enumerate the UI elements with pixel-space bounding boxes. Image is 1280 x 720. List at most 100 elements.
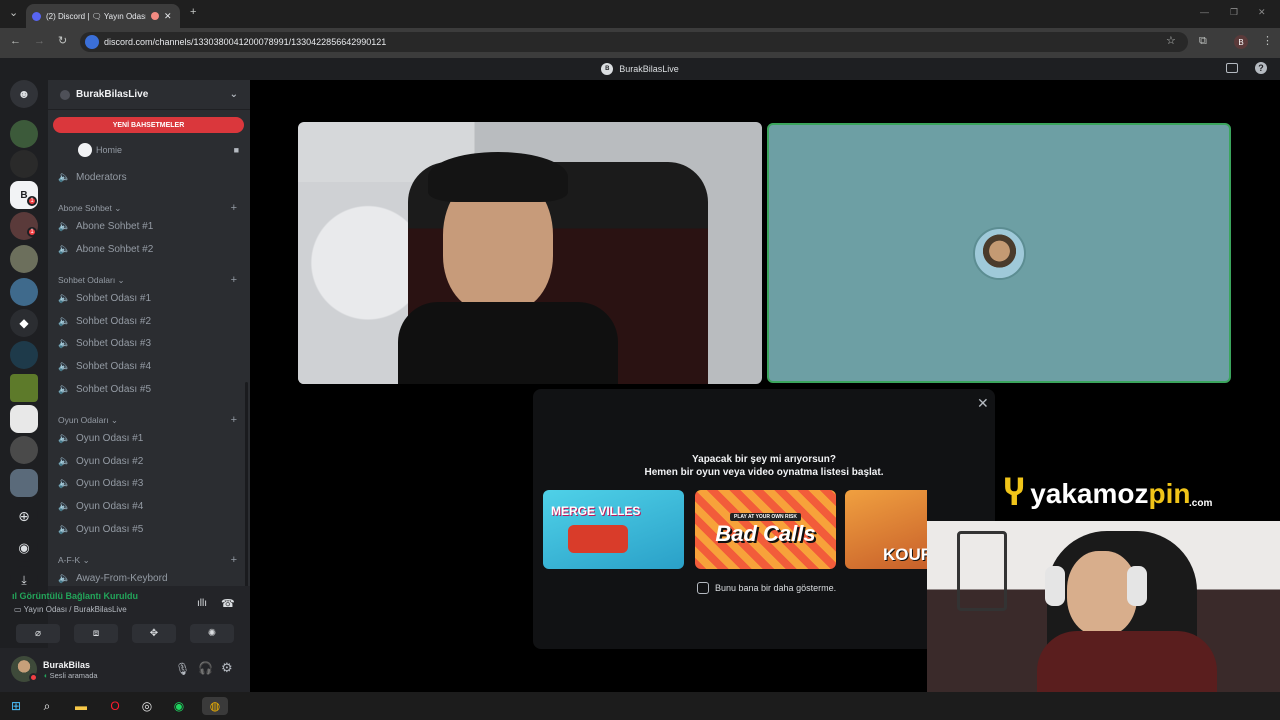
file-explorer-icon[interactable]: ▬ <box>72 697 90 715</box>
browser-tab[interactable]: (2) Discord | 🗨 Yayın Odası ✕ <box>26 4 180 28</box>
add-server-icon[interactable]: ⊕ <box>10 502 38 530</box>
add-channel-icon[interactable]: + <box>231 554 237 566</box>
channel-oyun-odasi-5[interactable]: 🔈 Oyun Odası #5 <box>58 519 243 539</box>
game-card-merge-villes[interactable]: MERGE VILLES <box>543 490 684 569</box>
back-icon[interactable]: ← <box>10 36 21 47</box>
opera-icon[interactable]: O <box>106 697 124 715</box>
channel-oyun-odasi-1[interactable]: 🔈 Oyun Odası #1 <box>58 428 243 448</box>
headphone-left-image <box>1045 566 1065 606</box>
download-icon[interactable]: ⤓ <box>10 566 38 594</box>
help-icon[interactable]: ? <box>1255 62 1267 74</box>
channel-oyun-odasi-3[interactable]: 🔈 Oyun Odası #3 <box>58 473 243 493</box>
camera-off-button[interactable]: ⌀ <box>16 624 60 643</box>
tab-title: (2) Discord | 🗨 Yayın Odası <box>46 11 146 21</box>
add-channel-icon[interactable]: + <box>231 274 237 286</box>
game-card-kour[interactable]: KOUR <box>845 490 927 569</box>
recording-indicator-icon <box>151 12 159 20</box>
game-card-bad-calls[interactable]: PLAY AT YOUR OWN RISK Bad Calls <box>695 490 836 569</box>
server-icon-10[interactable] <box>10 436 38 464</box>
channel-away-from-keybord[interactable]: 🔈 Away-From-Keybord <box>58 568 243 588</box>
channel-name: Abone Sohbet #2 <box>76 243 154 255</box>
server-icon-8[interactable] <box>10 374 38 402</box>
channel-name: Sohbet Odası #5 <box>76 383 152 395</box>
chrome-icon[interactable]: ◍ <box>202 697 228 715</box>
channel-oyun-odasi-2[interactable]: 🔈 Oyun Odası #2 <box>58 451 243 471</box>
logo-suffix: .com <box>1189 498 1213 509</box>
discord-home-icon[interactable]: ☻ <box>10 80 38 108</box>
username[interactable]: BurakBilas <box>43 660 90 670</box>
discover-icon[interactable]: ◉ <box>10 534 38 562</box>
server-icon-2[interactable] <box>10 150 38 178</box>
channel-oyun-odasi-4[interactable]: 🔈 Oyun Odası #4 <box>58 496 243 516</box>
channel-name: Sohbet Odası #4 <box>76 360 152 372</box>
extensions-icon[interactable]: ⧉ <box>1199 36 1207 47</box>
close-icon[interactable]: ✕ <box>977 395 989 412</box>
dont-show-again-checkbox[interactable] <box>697 582 709 594</box>
disconnect-icon[interactable]: ☎ <box>221 597 235 610</box>
screen-share-button[interactable]: ⧈ <box>74 624 118 643</box>
category-abone-sohbet[interactable]: Abone Sohbet ⌄ + <box>58 202 243 214</box>
windows-start-icon[interactable]: ⊞ <box>7 697 25 715</box>
channel-sohbet-odasi-5[interactable]: 🔈 Sohbet Odası #5 <box>58 379 243 399</box>
new-mentions-bar[interactable]: YENİ BAHSETMELER <box>53 117 244 133</box>
new-tab-icon[interactable]: + <box>190 7 196 18</box>
tab-close-icon[interactable]: ✕ <box>164 11 172 22</box>
forward-icon[interactable]: → <box>34 36 45 47</box>
category-sohbet-odalari[interactable]: Sohbet Odaları ⌄ + <box>58 274 243 286</box>
channel-name: Abone Sohbet #1 <box>76 220 154 232</box>
settings-gear-icon[interactable]: ⚙ <box>221 660 233 676</box>
address-bar[interactable]: discord.com/channels/1330380041200078991… <box>80 32 1188 52</box>
server-icon-11[interactable] <box>10 469 38 497</box>
video-tile-webcam[interactable] <box>298 122 762 384</box>
channel-abone-sohbet-2[interactable]: 🔈 Abone Sohbet #2 <box>58 239 243 259</box>
obs-icon[interactable]: ◎ <box>138 697 156 715</box>
server-icon-9[interactable] <box>10 405 38 433</box>
channel-sohbet-odasi-3[interactable]: 🔈 Sohbet Odası #3 <box>58 333 243 353</box>
popup-title: Yapacak bir şey mi arıyorsun? Hemen bir … <box>533 453 995 479</box>
voice-user-homie[interactable]: Homie ■ <box>78 140 243 160</box>
channel-sohbet-odasi-1[interactable]: 🔈 Sohbet Odası #1 <box>58 288 243 308</box>
server-icon-5[interactable] <box>10 278 38 306</box>
noise-suppression-icon[interactable]: ıllı <box>197 598 207 609</box>
channel-moderators[interactable]: 🔈 Moderators <box>58 167 243 187</box>
minimize-icon[interactable]: — <box>1200 7 1209 17</box>
server-icon-1[interactable] <box>10 120 38 148</box>
headphone-right-image <box>1127 566 1147 606</box>
search-icon[interactable]: ⌕ <box>38 697 56 715</box>
tab-search-icon[interactable]: ⌄ <box>9 8 18 19</box>
add-channel-icon[interactable]: + <box>231 414 237 426</box>
site-info-icon[interactable] <box>85 35 99 49</box>
category-afk[interactable]: A-F-K ⌄ + <box>58 554 243 566</box>
headphones-icon[interactable]: 🎧 <box>198 661 213 675</box>
window-close-icon[interactable]: ✕ <box>1258 7 1266 18</box>
person-hair-image <box>428 152 568 202</box>
game-title: KOUR <box>883 545 927 564</box>
channel-sohbet-odasi-4[interactable]: 🔈 Sohbet Odası #4 <box>58 356 243 376</box>
category-name: Oyun Odaları <box>58 414 109 425</box>
game-title: Bad Calls <box>715 520 816 546</box>
browser-menu-icon[interactable]: ⋮ <box>1262 36 1273 47</box>
channel-sohbet-odasi-2[interactable]: 🔈 Sohbet Odası #2 <box>58 311 243 331</box>
dont-show-again-row[interactable]: Bunu bana bir daha gösterme. <box>697 582 836 594</box>
sidebar-scrollbar[interactable] <box>245 382 248 588</box>
voice-status[interactable]: ıl Görüntülü Bağlantı Kuruldu <box>12 591 138 601</box>
server-icon-4[interactable] <box>10 245 38 273</box>
activities-button[interactable]: ✥ <box>132 624 176 643</box>
voice-location[interactable]: ▭ Yayın Odası / BurakBilasLive <box>14 605 127 614</box>
microphone-icon[interactable]: 🎙 <box>175 662 190 676</box>
category-oyun-odalari[interactable]: Oyun Odaları ⌄ + <box>58 414 243 426</box>
server-icon-7[interactable] <box>10 341 38 369</box>
profile-avatar[interactable]: B <box>1234 35 1248 49</box>
soundboard-button[interactable]: ✺ <box>190 624 234 643</box>
server-icon-6[interactable]: ◆ <box>10 309 38 337</box>
reload-icon[interactable]: ↻ <box>58 36 67 47</box>
add-channel-icon[interactable]: + <box>231 202 237 214</box>
channel-abone-sohbet-1[interactable]: 🔈 Abone Sohbet #1 <box>58 216 243 236</box>
bookmark-star-icon[interactable]: ☆ <box>1166 36 1176 47</box>
server-header[interactable]: BurakBilasLive ⌄ <box>48 80 250 110</box>
channel-name: Oyun Odası #1 <box>76 432 144 444</box>
spotify-icon[interactable]: ◉ <box>170 697 188 715</box>
restore-icon[interactable]: ❐ <box>1230 7 1238 18</box>
speaker-icon: 🔈 <box>58 383 71 395</box>
inbox-icon[interactable] <box>1226 63 1238 73</box>
